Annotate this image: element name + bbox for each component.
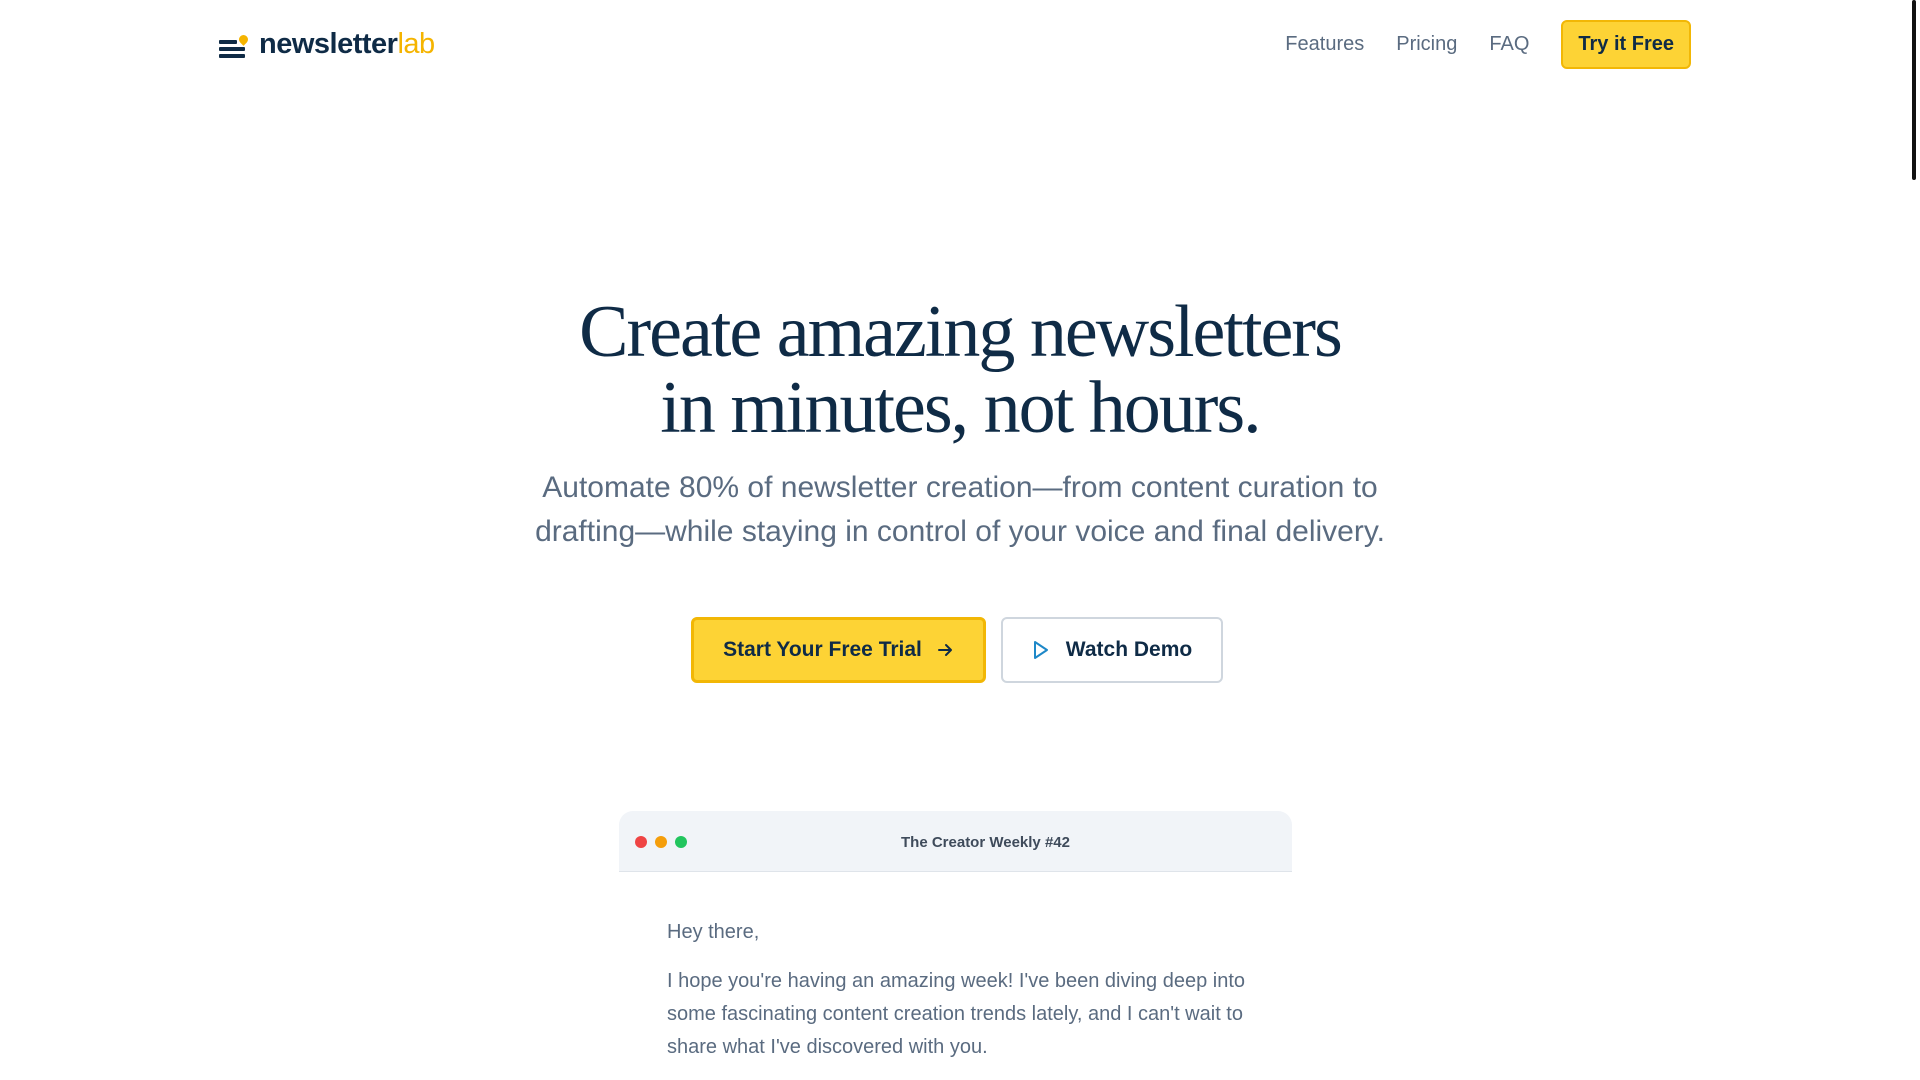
- nav-links: Features Pricing FAQ Try it Free: [1285, 19, 1691, 69]
- start-free-trial-label: Start Your Free Trial: [723, 638, 922, 661]
- preview-window-bar: The Creator Weekly #42: [619, 811, 1292, 872]
- preview-body: I hope you're having an amazing week! I'…: [667, 970, 1246, 1058]
- preview-title: The Creator Weekly #42: [901, 834, 1070, 851]
- start-free-trial-button[interactable]: Start Your Free Trial: [691, 617, 986, 683]
- scrollbar[interactable]: [1910, 0, 1920, 1080]
- nav-link-pricing[interactable]: Pricing: [1396, 33, 1457, 56]
- logo[interactable]: newsletterlab: [219, 27, 435, 61]
- watch-demo-button[interactable]: Watch Demo: [1001, 617, 1223, 683]
- logo-icon: [219, 28, 250, 60]
- try-it-free-button[interactable]: Try it Free: [1561, 19, 1691, 69]
- hero-title-line2: in minutes, not hours.: [660, 367, 1261, 449]
- logo-text-part1: newsletter: [259, 27, 398, 60]
- nav-link-faq[interactable]: FAQ: [1489, 33, 1529, 56]
- logo-text-part2: lab: [397, 27, 435, 60]
- nav-link-features[interactable]: Features: [1285, 33, 1364, 56]
- watch-demo-label: Watch Demo: [1065, 638, 1193, 661]
- hero-subtitle: Automate 80% of newsletter creation—from…: [535, 471, 1385, 548]
- scrollbar-thumb[interactable]: [1912, 0, 1916, 180]
- top-nav: newsletterlab Features Pricing FAQ Try i…: [219, 19, 1691, 69]
- logo-wordmark: newsletterlab: [259, 28, 435, 61]
- hero-title: Create amazing newsletters in minutes, n…: [460, 294, 1460, 446]
- newsletter-preview: The Creator Weekly #42 Hey there, I hope…: [619, 811, 1292, 1080]
- play-icon: [1033, 641, 1048, 659]
- hero-title-line1: Create amazing newsletters: [579, 291, 1343, 373]
- preview-greeting: Hey there,: [667, 921, 760, 943]
- arrow-right-icon: [937, 644, 952, 656]
